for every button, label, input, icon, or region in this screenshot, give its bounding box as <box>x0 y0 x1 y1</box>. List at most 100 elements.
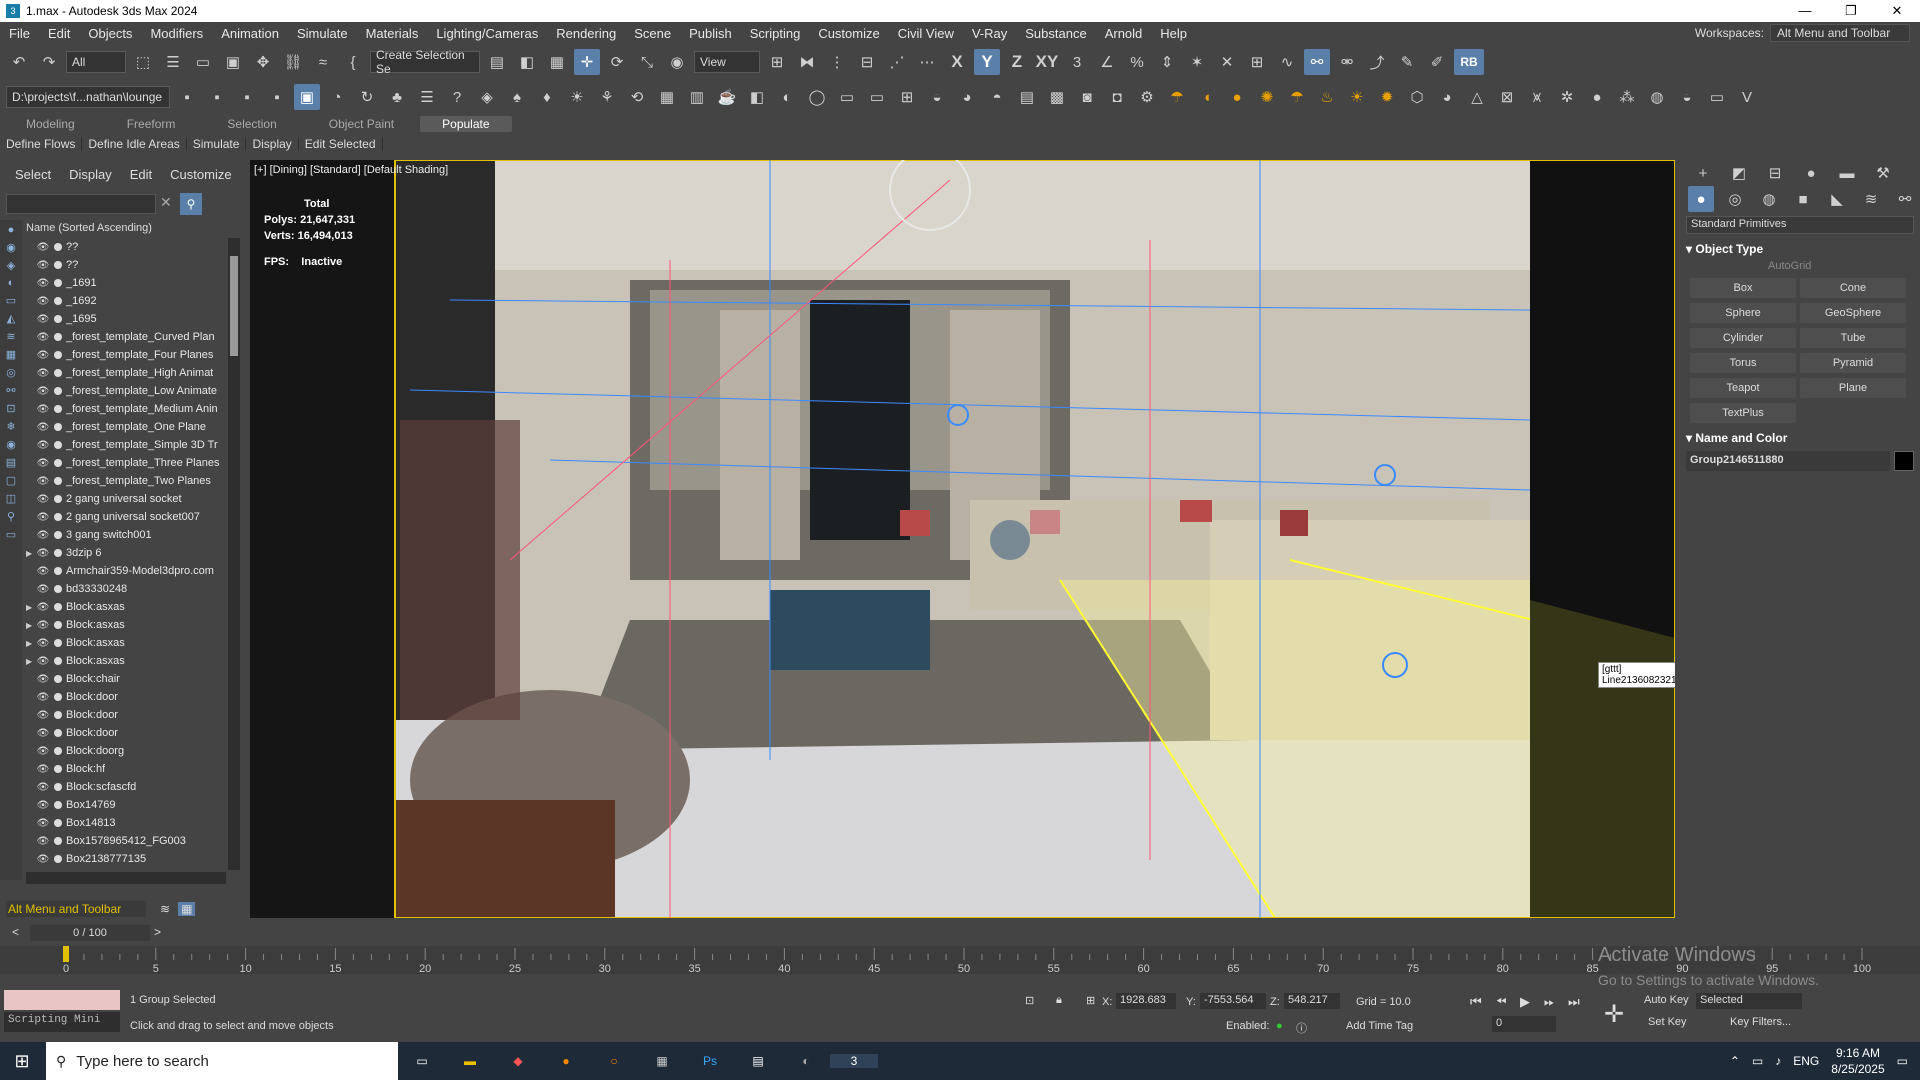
list-item[interactable]: 👁︎ _1691 <box>26 274 226 292</box>
info-icon[interactable]: ⓘ <box>1296 1020 1307 1036</box>
list-item[interactable]: 👁︎?? <box>26 256 226 274</box>
app-icon-2[interactable]: ◐ <box>782 1054 830 1068</box>
visibility-eye-icon[interactable]: 👁︎ <box>36 476 50 487</box>
pivot-center-icon[interactable]: ⊞ <box>764 49 790 75</box>
column-header[interactable]: Name (Sorted Ascending) <box>26 222 152 234</box>
primitive-textplus-button[interactable]: TextPlus <box>1690 403 1796 423</box>
menu-item-file[interactable]: File <box>0 26 39 41</box>
frame-counter[interactable]: 0 / 100 <box>30 925 150 941</box>
ambient-light-icon[interactable]: ✹ <box>1374 84 1400 110</box>
placement-icon[interactable]: ◉ <box>664 49 690 75</box>
visibility-eye-icon[interactable]: 👁︎ <box>36 314 50 325</box>
enabled-dot-icon[interactable]: ● <box>1276 1020 1283 1032</box>
y-coord-field[interactable]: -7553.564 <box>1200 993 1266 1009</box>
ribbon-tab-selection[interactable]: Selection <box>201 117 302 131</box>
notifications-icon[interactable]: ▭ <box>1897 1054 1908 1068</box>
firefox-icon[interactable]: ● <box>542 1054 590 1068</box>
freeze-dot-icon[interactable] <box>54 387 62 395</box>
autogrid-checkbox[interactable]: AutoGrid <box>1768 260 1920 272</box>
freeze-dot-icon[interactable] <box>54 261 62 269</box>
visibility-eye-icon[interactable]: 👁︎ <box>36 278 50 289</box>
primitive-pyramid-button[interactable]: Pyramid <box>1800 353 1906 373</box>
freeze-dot-icon[interactable] <box>54 711 62 719</box>
x-coord-field[interactable]: 1928.683 <box>1116 993 1176 1009</box>
explorer-menu-customize[interactable]: Customize <box>161 167 240 182</box>
spot-light-icon[interactable]: ☂ <box>1284 84 1310 110</box>
scale-icon[interactable]: ⤡ <box>634 49 660 75</box>
bind-spacewarp-icon[interactable]: ≈ <box>310 49 336 75</box>
list-item[interactable]: 👁︎ Box14813 <box>26 814 226 832</box>
visibility-eye-icon[interactable]: 👁︎ <box>36 260 50 271</box>
list-item[interactable]: 👁︎ _forest_template_Simple 3D Tr <box>26 436 226 454</box>
snap-options-icon[interactable]: ⋯ <box>914 49 940 75</box>
absolute-mode-icon[interactable]: ⊞ <box>1086 994 1095 1007</box>
visibility-eye-icon[interactable]: 👁︎ <box>36 296 50 307</box>
arnold-icon[interactable]: ◍ <box>1644 84 1670 110</box>
grid-render-icon[interactable]: ⊞ <box>894 84 920 110</box>
next-frame-icon[interactable]: > <box>154 925 161 939</box>
list-item[interactable]: 👁︎ Block:door <box>26 688 226 706</box>
axis-xy-button[interactable]: XY <box>1034 49 1060 75</box>
primitive-teapot-button[interactable]: Teapot <box>1690 378 1796 398</box>
network-icon[interactable]: ▭ <box>1752 1054 1763 1068</box>
mesh-light-icon[interactable]: ✺ <box>1254 84 1280 110</box>
sun-icon[interactable]: ☀ <box>564 84 590 110</box>
current-time-marker[interactable] <box>63 946 69 962</box>
list-item[interactable]: 👁︎ 2 gang universal socket <box>26 490 226 508</box>
selection-filter-dropdown[interactable]: All <box>66 51 126 73</box>
create-box-icon[interactable]: ▪ <box>174 84 200 110</box>
attach-icon[interactable]: ▪ <box>234 84 260 110</box>
refresh-icon[interactable]: ↻ <box>354 84 380 110</box>
visibility-eye-icon[interactable]: 👁︎ <box>36 746 50 757</box>
populate-edit-selected[interactable]: Edit Selected <box>299 137 383 151</box>
invert-icon[interactable]: ◫ <box>6 492 16 505</box>
scene-explorer-icon[interactable]: ▤ <box>484 49 510 75</box>
freeze-dot-icon[interactable] <box>54 279 62 287</box>
explorer-search-input[interactable] <box>6 194 156 214</box>
rb-button[interactable]: RB <box>1454 49 1484 75</box>
modify-tab-icon[interactable]: ◩ <box>1726 160 1752 186</box>
display-none-icon[interactable]: ● <box>8 224 15 236</box>
list-item[interactable]: ▶ 👁︎ Block:asxas <box>26 598 226 616</box>
clear-search-icon[interactable]: ✕ <box>160 194 172 211</box>
visibility-eye-icon[interactable]: 👁︎ <box>36 800 50 811</box>
list-item[interactable]: ▶ 👁︎ Block:asxas <box>26 616 226 634</box>
visibility-eye-icon[interactable]: 👁︎ <box>36 602 50 613</box>
ribbon-tab-freeform[interactable]: Freeform <box>101 117 202 131</box>
spinner-snap-icon[interactable]: ⇕ <box>1154 49 1180 75</box>
list-item[interactable]: 👁︎ Block:door <box>26 706 226 724</box>
ribbon-tab-object-paint[interactable]: Object Paint <box>303 117 420 131</box>
object-type-rollout[interactable]: ▾ Object Type <box>1686 242 1914 256</box>
visibility-eye-icon[interactable]: 👁︎ <box>36 332 50 343</box>
visibility-eye-icon[interactable]: 👁︎ <box>36 386 50 397</box>
primitive-tube-button[interactable]: Tube <box>1800 328 1906 348</box>
hierarchy-icon[interactable]: ⤴ <box>1364 49 1390 75</box>
visibility-eye-icon[interactable]: 👁︎ <box>36 458 50 469</box>
freeze-dot-icon[interactable] <box>54 855 62 863</box>
dome-light-icon[interactable]: ◖ <box>1194 84 1220 110</box>
unlink-icon[interactable]: ⚮ <box>1334 49 1360 75</box>
key-selected-dropdown[interactable]: Selected <box>1696 993 1802 1009</box>
menu-item-scene[interactable]: Scene <box>625 26 680 41</box>
link-icon[interactable]: ⚯ <box>1304 49 1330 75</box>
start-icon[interactable]: ⊞ <box>0 1051 44 1072</box>
list-item[interactable]: 👁︎ Block:hf <box>26 760 226 778</box>
timer-icon[interactable]: ◔ <box>324 84 350 110</box>
vray-ies-icon[interactable]: ⚙ <box>1134 84 1160 110</box>
vray-fur-icon[interactable]: ▩ <box>1044 84 1070 110</box>
list-icon[interactable]: ☰ <box>414 84 440 110</box>
visibility-eye-icon[interactable]: 👁︎ <box>36 368 50 379</box>
clock[interactable]: 9:16 AM 8/25/2025 <box>1831 1045 1884 1077</box>
grass-icon[interactable]: ⩙ <box>1524 84 1550 110</box>
camera-icon[interactable]: ▭ <box>834 84 860 110</box>
triangle-icon[interactable]: △ <box>1464 84 1490 110</box>
freeze-dot-icon[interactable] <box>54 621 62 629</box>
freeze-dot-icon[interactable] <box>54 567 62 575</box>
freeze-dot-icon[interactable] <box>54 369 62 377</box>
language-indicator[interactable]: ENG <box>1793 1054 1819 1068</box>
bulb-icon[interactable]: ◯ <box>804 84 830 110</box>
visibility-eye-icon[interactable]: 👁︎ <box>36 710 50 721</box>
freeze-dot-icon[interactable] <box>54 459 62 467</box>
vray-light-icon[interactable]: ◓ <box>984 84 1010 110</box>
primitive-cylinder-button[interactable]: Cylinder <box>1690 328 1796 348</box>
